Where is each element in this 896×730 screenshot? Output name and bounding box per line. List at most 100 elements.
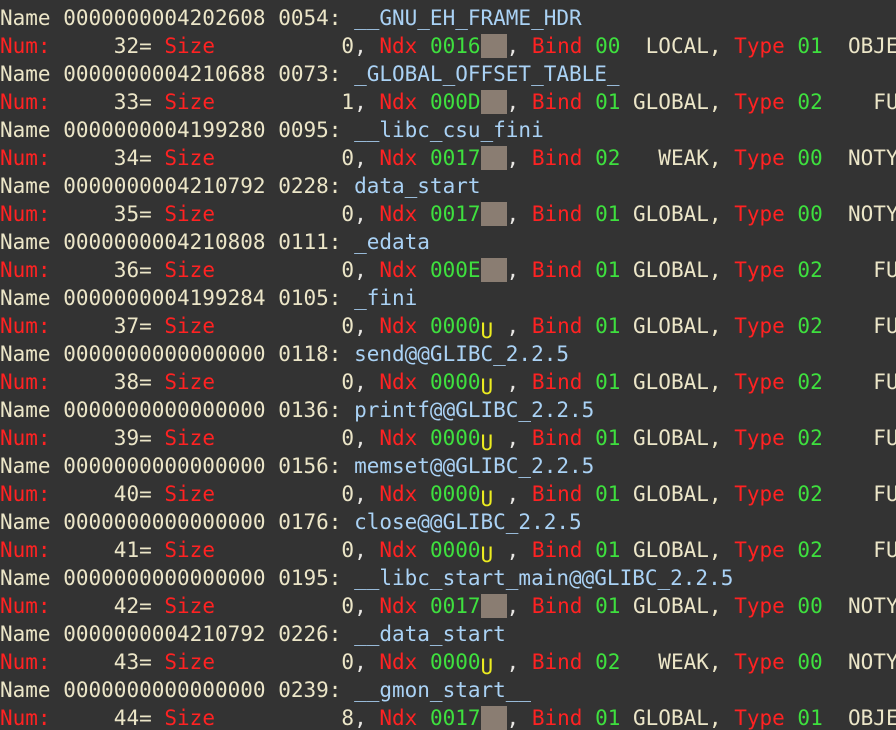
section-index: 0000 [429,426,481,450]
name-label: Name [0,678,51,702]
cursor-block [480,202,507,226]
section-index: 0016 [429,34,481,58]
cursor-block [480,706,507,730]
type-label: Type [734,370,785,394]
binding-name: WEAK, [658,146,722,170]
name-line: Name 0000000004210808 0111: _edata [0,228,430,256]
type-name: FUNC [873,314,896,338]
type-code: 02 [797,482,823,506]
num-line: Num: 40= Size 0, Ndx 0000U, Bind 01 GLOB… [0,480,896,511]
binding-name: GLOBAL, [633,202,722,226]
binding-name: GLOBAL, [633,594,722,618]
symbol-value: 0000000000000000 [63,678,266,702]
size-label: Size [164,594,215,618]
num-line: Num: 35= Size 0, Ndx 0017, Bind 01 GLOBA… [0,200,896,228]
cursor-block [480,146,507,170]
num-line: Num: 38= Size 0, Ndx 0000U, Bind 01 GLOB… [0,368,896,399]
ndx-label: Ndx [379,34,418,58]
type-code: 00 [797,146,823,170]
symbol-size: 0 [341,370,355,394]
symbol-num: 44= [113,706,152,730]
num-label: Num: [0,370,51,394]
symbol-num: 42= [113,594,152,618]
symbol-name: __libc_csu_fini [354,118,544,142]
name-offset: 0226: [278,622,342,646]
section-index: 0000 [429,538,481,562]
symbol-value: 0000000004210792 [63,174,266,198]
type-code: 02 [797,314,823,338]
num-line: Num: 41= Size 0, Ndx 0000U, Bind 01 GLOB… [0,536,896,567]
symbol-name: memset@@GLIBC_2.2.5 [354,454,595,478]
section-index: 0000 [429,370,481,394]
name-offset: 0136: [278,398,342,422]
partial-top-text: H ( [654,0,705,2]
num-line: Num: 44= Size 8, Ndx 0017, Bind 01 GLOBA… [0,704,896,730]
bind-label: Bind [531,426,583,450]
type-name: FUNC [873,426,896,450]
symbol-num: 40= [113,482,152,506]
size-label: Size [164,146,215,170]
binding-name: WEAK, [658,650,722,674]
size-label: Size [164,706,215,730]
num-label: Num: [0,426,51,450]
symbol-name: send@@GLIBC_2.2.5 [354,342,569,366]
cursor-block [480,34,507,58]
type-label: Type [734,34,785,58]
size-label: Size [164,538,215,562]
size-label: Size [164,314,215,338]
name-line: Name 0000000004199280 0095: __libc_csu_f… [0,116,544,144]
binding-code: 01 [595,90,621,114]
bind-label: Bind [531,594,583,618]
name-label: Name [0,230,51,254]
symbol-name: data_start [354,174,481,198]
symbol-num: 33= [113,90,152,114]
binding-name: GLOBAL, [633,426,722,450]
bind-label: Bind [531,650,583,674]
name-label: Name [0,510,51,534]
binding-code: 01 [595,426,621,450]
symbol-num: 43= [113,650,152,674]
type-code: 02 [797,258,823,282]
type-name: NOTYPE [848,594,896,618]
section-index: 0017 [429,146,481,170]
num-line: Num: 43= Size 0, Ndx 0000U, Bind 02 WEAK… [0,648,896,679]
type-code: 02 [797,426,823,450]
symbol-value: 0000000000000000 [63,342,266,366]
name-line: Name 0000000000000000 0136: printf@@GLIB… [0,396,594,424]
name-label: Name [0,174,51,198]
type-label: Type [734,594,785,618]
binding-name: GLOBAL, [633,482,722,506]
bind-label: Bind [531,370,583,394]
symbol-name: close@@GLIBC_2.2.5 [354,510,582,534]
size-label: Size [164,34,215,58]
section-index: 000E [429,258,481,282]
symbol-value: 0000000000000000 [63,398,266,422]
symbol-name: _fini [354,286,418,310]
name-label: Name [0,62,51,86]
num-label: Num: [0,706,51,730]
ndx-label: Ndx [379,90,418,114]
type-label: Type [734,426,785,450]
symbol-value: 0000000004202608 [63,6,266,30]
bind-label: Bind [531,538,583,562]
ndx-label: Ndx [379,426,418,450]
section-index: 0000 [429,650,481,674]
bind-label: Bind [531,34,583,58]
type-name: FUNC [873,538,896,562]
type-name: OBJECT [848,34,896,58]
bind-label: Bind [531,482,583,506]
num-line: Num: 36= Size 0, Ndx 000E, Bind 01 GLOBA… [0,256,896,284]
num-label: Num: [0,538,51,562]
section-index: 0000 [429,314,481,338]
symbol-num: 38= [113,370,152,394]
section-index: 000D [429,90,481,114]
num-label: Num: [0,482,51,506]
binding-code: 00 [595,34,621,58]
num-label: Num: [0,90,51,114]
binding-name: GLOBAL, [633,258,722,282]
symbol-value: 0000000000000000 [63,510,266,534]
name-label: Name [0,622,51,646]
type-name: NOTYPE [848,202,896,226]
name-offset: 0105: [278,286,342,310]
symbol-name: __GNU_EH_FRAME_HDR [354,6,582,30]
